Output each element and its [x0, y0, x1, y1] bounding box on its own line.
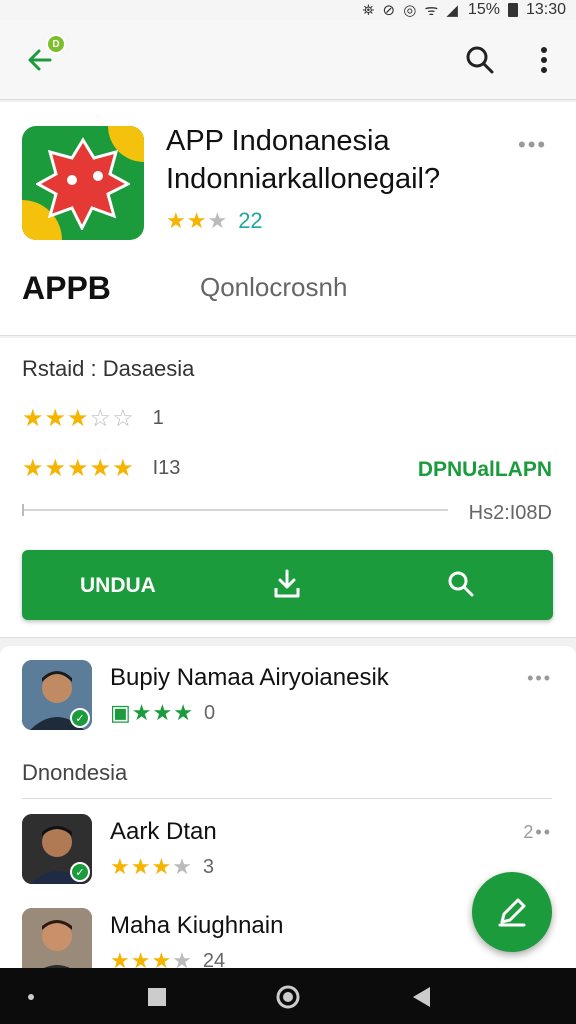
- review-rating-text: 0: [203, 701, 216, 724]
- reviewer-name: Aark Dtan: [110, 818, 217, 845]
- circle-icon: [276, 985, 300, 1009]
- download-icon: [274, 569, 300, 598]
- download-label: DPNUalLAPN: [417, 458, 552, 481]
- more-vert-icon: [541, 47, 547, 73]
- app-logo-icon: [22, 126, 144, 240]
- avatar: ✓: [22, 660, 92, 730]
- reviewer-name: Maha Kiughnain: [110, 912, 284, 939]
- search-icon: [466, 46, 494, 74]
- download-progress-bar: [22, 504, 448, 516]
- home-button[interactable]: [273, 982, 303, 1012]
- app-header-card: APP Indonanesia Indonniarkallonegail? ••…: [0, 102, 576, 336]
- rating-stars: ★★★: [166, 208, 229, 233]
- rating-row-1-count: 1: [152, 407, 164, 429]
- battery-icon: [507, 3, 518, 17]
- triangle-back-icon: [413, 987, 430, 1007]
- developer-name[interactable]: APPB: [22, 270, 111, 307]
- status-icons: ⛯ ⊘ ◎ ᯤ ◢: [362, 2, 460, 19]
- battery-level: 15%: [467, 1, 500, 18]
- nav-dot-icon: [16, 982, 46, 1012]
- rating-count: 22: [238, 208, 263, 233]
- review-more-icon[interactable]: •••: [527, 668, 552, 689]
- review-rating: ▣★★★ 0: [110, 700, 215, 726]
- rating-row-1-stars: ★★★☆☆: [22, 405, 135, 432]
- app-details-card: Rstaid : Dasaesia ★★★☆☆ 1 ★★★★★ I13 DPNU…: [0, 338, 576, 638]
- rating-row-2: ★★★★★ I13: [22, 454, 180, 483]
- app-title-line-1: APP Indonanesia: [166, 125, 390, 157]
- rating-row-1: ★★★☆☆ 1: [22, 404, 164, 433]
- square-icon: [148, 988, 166, 1006]
- app-title-line-2: Indonniarkallonegail?: [166, 163, 441, 195]
- app-rating: ★★★ 22: [166, 208, 263, 234]
- review-rating: ★★★★ 3: [110, 854, 214, 880]
- verified-badge-icon: ✓: [70, 862, 90, 882]
- status-label: Rstaid : Dasaesia: [22, 356, 195, 381]
- status-bar: ⛯ ⊘ ◎ ᯤ ◢ 15% 13:30: [0, 0, 576, 20]
- recents-button[interactable]: [142, 982, 172, 1012]
- rating-row-2-stars: ★★★★★: [22, 455, 135, 482]
- search-icon: [448, 571, 474, 597]
- install-button-label: UNDUA: [80, 574, 156, 597]
- system-nav-bar: [0, 968, 576, 1024]
- overflow-menu-button[interactable]: [528, 40, 560, 80]
- app-category[interactable]: Qonlocrosnh: [200, 272, 347, 303]
- section-label: Dnondesia: [22, 760, 128, 785]
- clock: 13:30: [525, 1, 566, 18]
- review-stars: ▣★★★: [110, 700, 194, 725]
- search-button[interactable]: [460, 40, 500, 80]
- review-stars: ★★★★: [110, 854, 193, 879]
- divider: [22, 798, 552, 799]
- edit-icon: [498, 898, 526, 927]
- rating-row-2-count: I13: [152, 457, 181, 479]
- back-nav-button[interactable]: [406, 982, 436, 1012]
- app-bar: D: [0, 20, 576, 100]
- verified-badge-icon: ✓: [70, 708, 90, 728]
- app-more-icon[interactable]: •••: [518, 132, 547, 158]
- review-rating-text: 3: [202, 855, 215, 878]
- install-button[interactable]: UNDUA: [22, 550, 553, 620]
- avatar: ✓: [22, 814, 92, 884]
- review-more-icon[interactable]: 2••: [523, 822, 552, 843]
- notification-badge: D: [46, 34, 66, 54]
- app-title: APP Indonanesia Indonniarkallonegail?: [166, 122, 516, 198]
- download-size: Hs2:I08D: [468, 502, 552, 524]
- reviewer-name: Bupiy Namaa Airyoianesik: [110, 664, 389, 691]
- write-review-fab[interactable]: [472, 872, 552, 952]
